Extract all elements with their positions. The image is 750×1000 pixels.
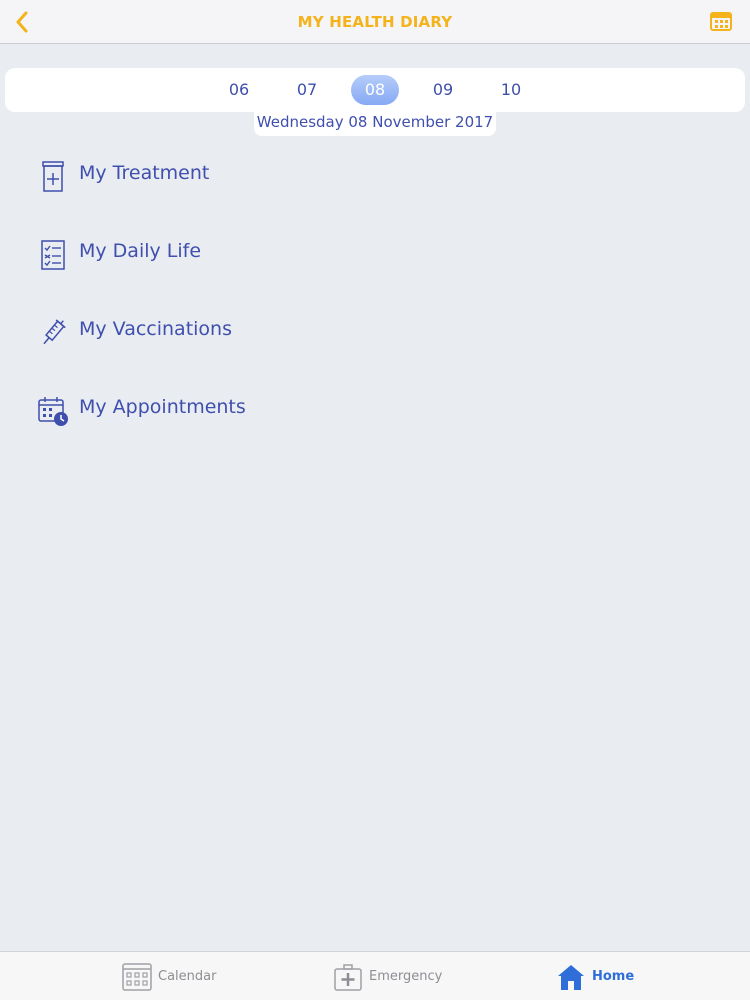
tab-bar: Calendar Emergency Home: [0, 951, 750, 1000]
tab-home[interactable]: Home: [556, 952, 634, 1000]
day-10[interactable]: 10: [477, 75, 545, 105]
calendar-button[interactable]: [710, 10, 734, 34]
menu-item-daily-life[interactable]: My Daily Life: [0, 228, 750, 306]
menu-item-treatment[interactable]: My Treatment: [0, 150, 750, 228]
calendar-grid-icon: [122, 962, 152, 991]
tab-label: Emergency: [369, 969, 443, 984]
menu-item-label: My Vaccinations: [79, 318, 232, 340]
date-selector: 06 07 08 09 10: [5, 68, 745, 112]
menu-item-label: My Treatment: [79, 162, 210, 184]
tab-label: Calendar: [158, 969, 217, 984]
checklist-icon: [36, 238, 70, 272]
medicine-bottle-icon: [36, 160, 70, 194]
day-06[interactable]: 06: [205, 75, 273, 105]
day-08-selected[interactable]: 08: [351, 75, 399, 105]
tab-label: Home: [592, 969, 635, 984]
tab-calendar[interactable]: Calendar: [122, 952, 216, 1000]
tab-emergency[interactable]: Emergency: [333, 952, 442, 1000]
first-aid-kit-icon: [334, 963, 362, 991]
menu-item-label: My Appointments: [79, 396, 246, 418]
app-root: MY HEALTH DIARY 06 07 08 09 10 Wednesday…: [0, 0, 750, 1000]
day-07[interactable]: 07: [273, 75, 341, 105]
menu-item-label: My Daily Life: [79, 240, 202, 262]
page-title: MY HEALTH DIARY: [297, 13, 453, 31]
selected-date-label: Wednesday 08 November 2017: [254, 110, 496, 136]
day-list: 06 07 08 09 10: [5, 68, 745, 112]
calendar-clock-icon: [36, 394, 70, 428]
menu-item-appointments[interactable]: My Appointments: [0, 384, 750, 462]
navigation-bar: MY HEALTH DIARY: [0, 0, 750, 44]
home-icon: [558, 964, 584, 990]
calendar-icon: [710, 12, 732, 31]
syringe-icon: [36, 316, 70, 350]
day-09[interactable]: 09: [409, 75, 477, 105]
menu-item-vaccinations[interactable]: My Vaccinations: [0, 306, 750, 384]
diary-menu: My Treatment My Daily Life My Vaccinatio…: [0, 150, 750, 462]
